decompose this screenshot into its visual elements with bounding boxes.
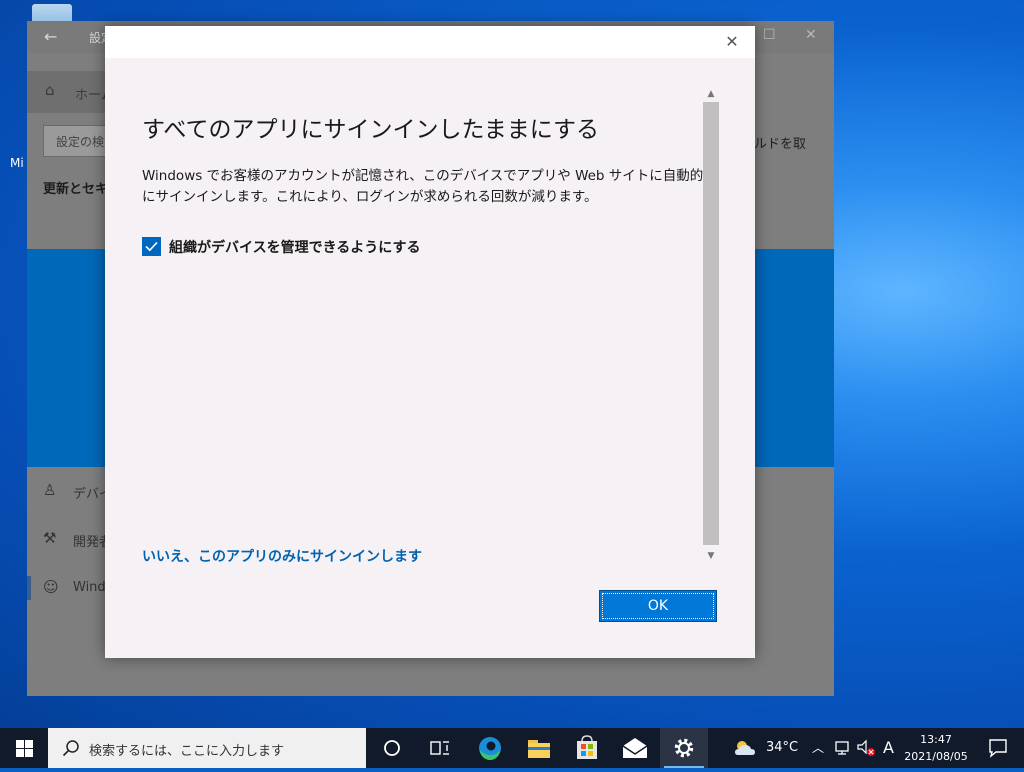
ime-indicator[interactable]: A: [883, 738, 894, 757]
settings-taskbar-button[interactable]: [660, 728, 708, 768]
start-button[interactable]: [0, 728, 48, 768]
manage-device-checkbox-label: 組織がデバイスを管理できるようにする: [169, 240, 421, 256]
network-icon[interactable]: [834, 740, 852, 756]
chevron-up-icon[interactable]: ︿: [812, 739, 824, 756]
home-icon: ⌂: [45, 81, 55, 99]
mail-button[interactable]: [611, 728, 659, 768]
scroll-down-icon[interactable]: ▼: [703, 548, 719, 564]
store-button[interactable]: [563, 728, 611, 768]
manage-device-checkbox[interactable]: [142, 237, 161, 256]
store-bag-icon: [577, 735, 597, 759]
dialog-titlebar: ✕: [105, 26, 755, 58]
taskbar-search-input[interactable]: 検索するには、ここに入力します: [48, 728, 366, 768]
taskbar-search-placeholder: 検索するには、ここに入力します: [89, 744, 285, 759]
tools-icon: ⚒: [43, 529, 57, 547]
clock-time: 13:47: [920, 733, 952, 746]
weather-temp[interactable]: 34°C: [766, 740, 798, 755]
settings-section-title: 更新とセキ: [43, 182, 109, 197]
sign-in-this-app-only-link[interactable]: いいえ、このアプリのみにサインインします: [142, 546, 422, 566]
scrollbar-thumb[interactable]: [703, 102, 719, 545]
dialog-close-icon[interactable]: ✕: [721, 32, 743, 54]
ok-button[interactable]: OK: [599, 590, 717, 622]
volume-muted-icon[interactable]: [856, 739, 876, 757]
dialog-scrollbar[interactable]: ▲ ▼: [703, 86, 719, 564]
windows-logo-icon: [16, 740, 24, 748]
maximize-icon[interactable]: ☐: [763, 27, 776, 43]
clock-date: 2021/08/05: [904, 750, 968, 763]
edge-browser-icon: [479, 737, 501, 760]
back-arrow-icon[interactable]: ←: [44, 27, 57, 46]
notification-icon: [989, 739, 1007, 758]
taskbar-clock[interactable]: 13:47 2021/08/05: [902, 731, 970, 765]
close-icon[interactable]: ✕: [805, 27, 817, 43]
folder-icon: [528, 740, 550, 758]
task-view-icon: [430, 741, 449, 755]
cat-icon: ☺: [43, 578, 59, 596]
weather-cloud-icon[interactable]: [733, 738, 757, 758]
dialog-description: Windows でお客様のアカウントが記憶され、このデバイスでアプリや Web …: [142, 168, 704, 205]
dialog-title: すべてのアプリにサインインしたままにする: [142, 117, 600, 143]
cortana-button[interactable]: [368, 728, 416, 768]
taskbar: 検索するには、ここに入力します 34°C ︿ A 13:47 2021/08/0…: [0, 728, 1024, 768]
checkmark-icon: [145, 241, 158, 252]
settings-right-text: ルドを取: [754, 137, 807, 152]
desktop-icon-label: Mi: [10, 156, 24, 170]
sign-in-dialog: ✕ すべてのアプリにサインインしたままにする Windows でお客様のアカウン…: [105, 26, 755, 658]
edge-button[interactable]: [466, 728, 514, 768]
cortana-circle-icon: [384, 740, 400, 756]
action-center-button[interactable]: [978, 728, 1018, 768]
mail-envelope-icon: [622, 738, 648, 758]
scroll-up-icon[interactable]: ▲: [703, 86, 719, 102]
sidebar-item-label: Wind: [73, 580, 106, 595]
gear-icon: [674, 738, 694, 758]
task-view-button[interactable]: [416, 728, 464, 768]
file-explorer-button[interactable]: [515, 728, 563, 768]
search-icon: [62, 740, 79, 757]
person-icon: ♙: [43, 481, 57, 499]
settings-search-placeholder: 設定の検: [56, 135, 105, 149]
